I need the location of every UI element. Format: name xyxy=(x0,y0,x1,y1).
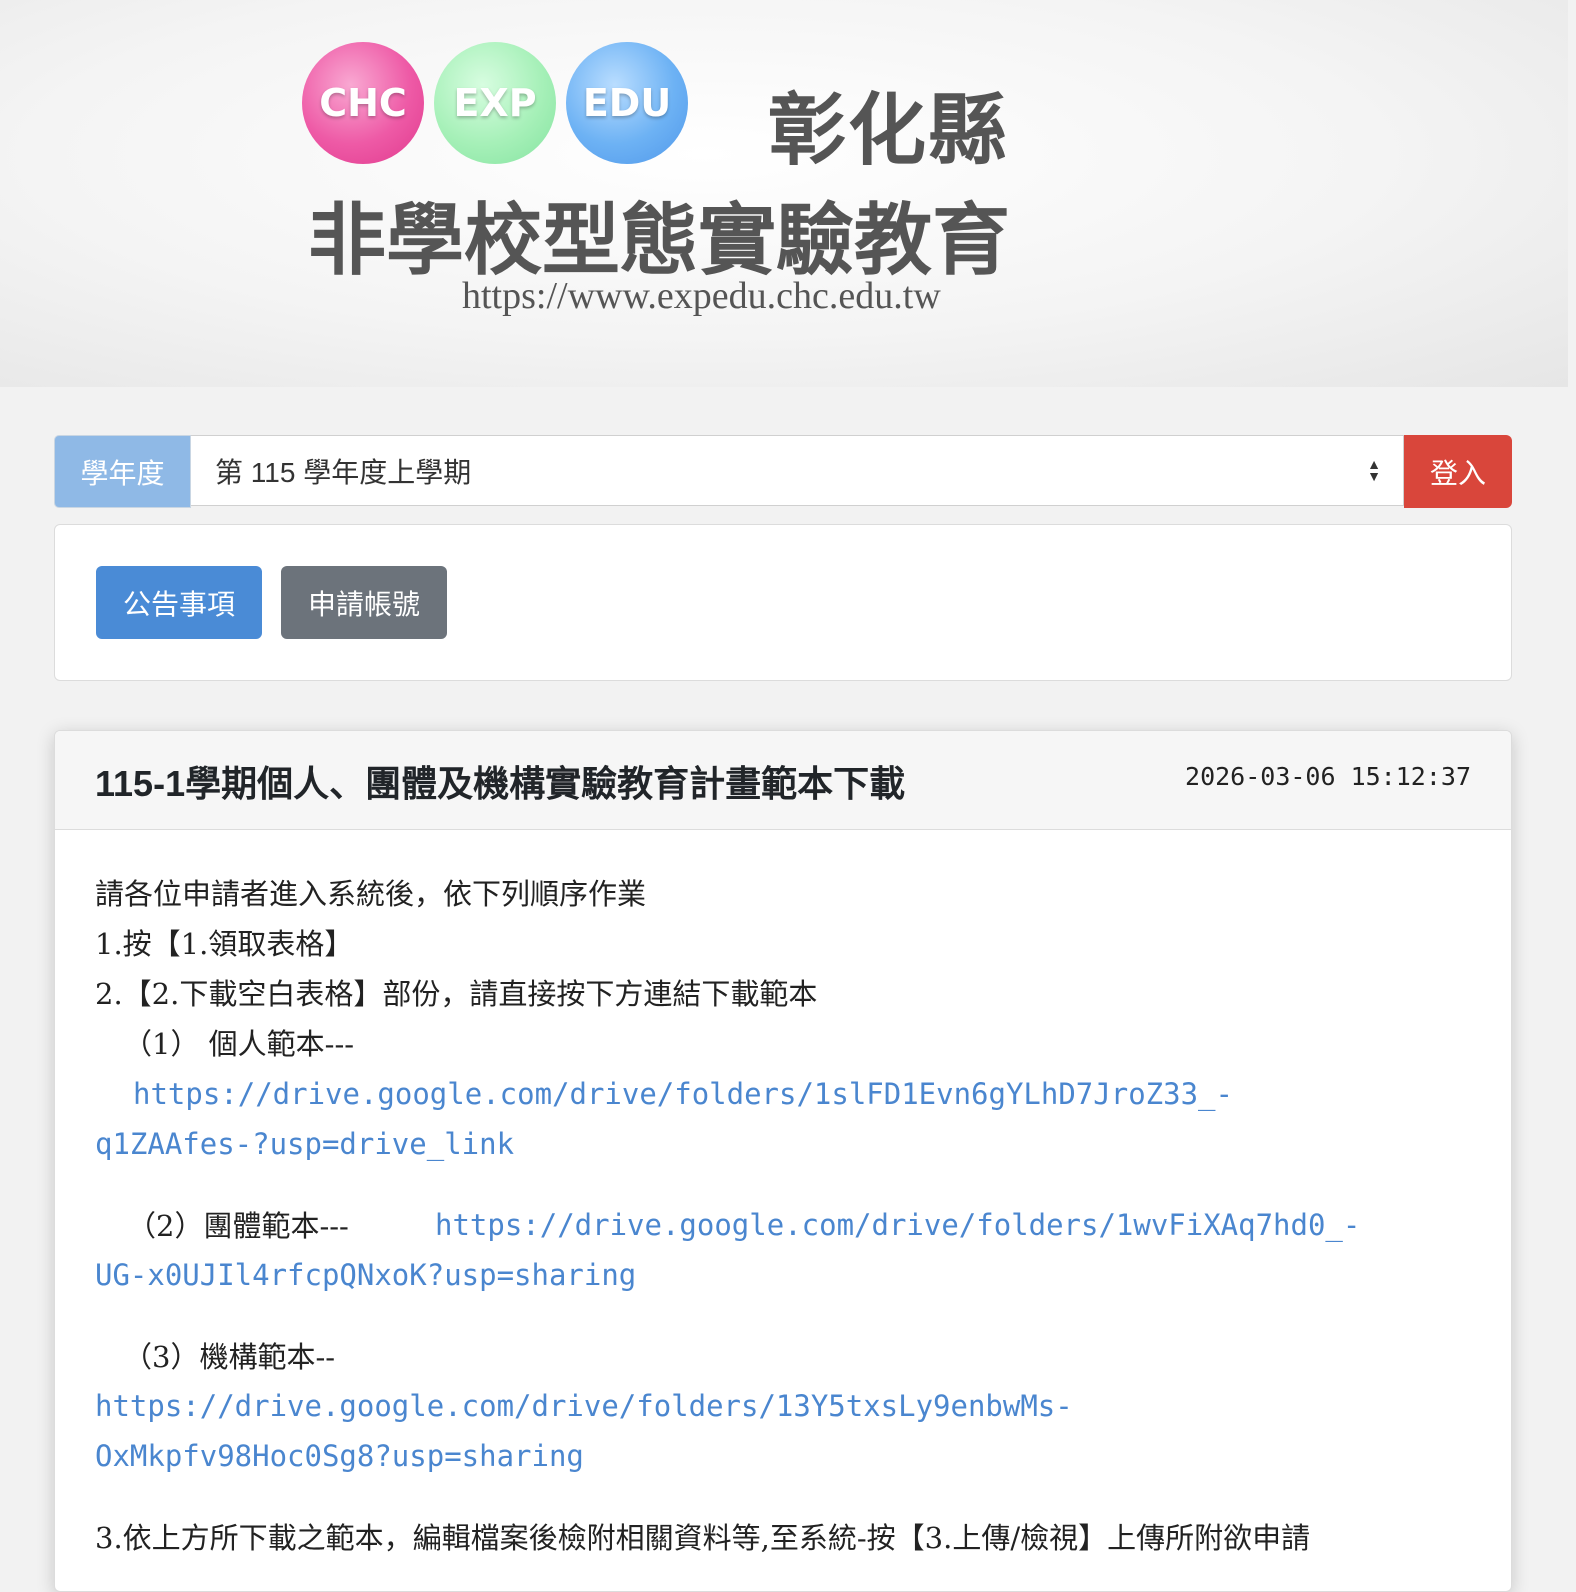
personal-template-label: （1） 個人範本--- xyxy=(123,1027,355,1061)
school-year-label: 學年度 xyxy=(54,435,191,508)
school-year-selected-value: 第 115 學年度上學期 xyxy=(215,456,472,488)
step-3-text: 3.依上方所下載之範本，編輯檔案後檢附相關資料等,至系統-按【3.上傳/檢視】上… xyxy=(95,1521,1311,1555)
banner-url: https://www.expedu.chc.edu.tw xyxy=(462,275,941,317)
banner-county: 彰化縣 xyxy=(768,85,1009,176)
group-template-link-cont[interactable]: UG-x0UJIl4rfcpQNxoK?usp=sharing xyxy=(95,1258,636,1292)
site-banner: CHC EXP EDU 彰化縣 非學校型態實驗教育 https://www.ex… xyxy=(0,0,1568,387)
personal-template-link-cont[interactable]: q1ZAAfes-?usp=drive_link xyxy=(95,1127,514,1161)
exp-circle-logo: EXP xyxy=(434,42,556,164)
school-year-select[interactable]: 第 115 學年度上學期 ▲ ▼ xyxy=(191,435,1404,506)
announcement-timestamp: 2026-03-06 15:12:37 xyxy=(1185,762,1471,791)
group-template-label: （2）團體範本--- xyxy=(127,1209,349,1243)
institution-template-link[interactable]: https://drive.google.com/drive/folders/1… xyxy=(95,1389,1073,1423)
announcement-title: 115-1學期個人、團體及機構實驗教育計畫範本下載 xyxy=(95,763,906,804)
apply-account-button[interactable]: 申請帳號 xyxy=(281,566,447,639)
chc-circle-logo: CHC xyxy=(302,42,424,164)
step-2-text: 2.【2.下載空白表格】部份，請直接按下方連結下載範本 xyxy=(95,977,818,1011)
menu-card: 公告事項 申請帳號 xyxy=(54,524,1512,681)
institution-template-label: （3）機構範本-- xyxy=(123,1340,336,1374)
announcement-header: 115-1學期個人、團體及機構實驗教育計畫範本下載 2026-03-06 15:… xyxy=(55,731,1511,830)
login-button[interactable]: 登入 xyxy=(1404,435,1512,508)
step-1-text: 1.按【1.領取表格】 xyxy=(95,927,354,961)
intro-text: 請各位申請者進入系統後，依下列順序作業 xyxy=(95,877,647,911)
institution-template-link-cont[interactable]: OxMkpfv98Hoc0Sg8?usp=sharing xyxy=(95,1439,584,1473)
edu-circle-logo: EDU xyxy=(566,42,688,164)
announcement-card: 115-1學期個人、團體及機構實驗教育計畫範本下載 2026-03-06 15:… xyxy=(54,730,1512,1592)
announcements-button[interactable]: 公告事項 xyxy=(96,566,262,639)
group-template-link[interactable]: https://drive.google.com/drive/folders/1… xyxy=(435,1208,1360,1242)
school-year-bar: 學年度 第 115 學年度上學期 ▲ ▼ 登入 xyxy=(54,435,1512,508)
personal-template-link[interactable]: https://drive.google.com/drive/folders/1… xyxy=(133,1077,1233,1111)
select-arrows-icon: ▲ ▼ xyxy=(1367,456,1381,484)
